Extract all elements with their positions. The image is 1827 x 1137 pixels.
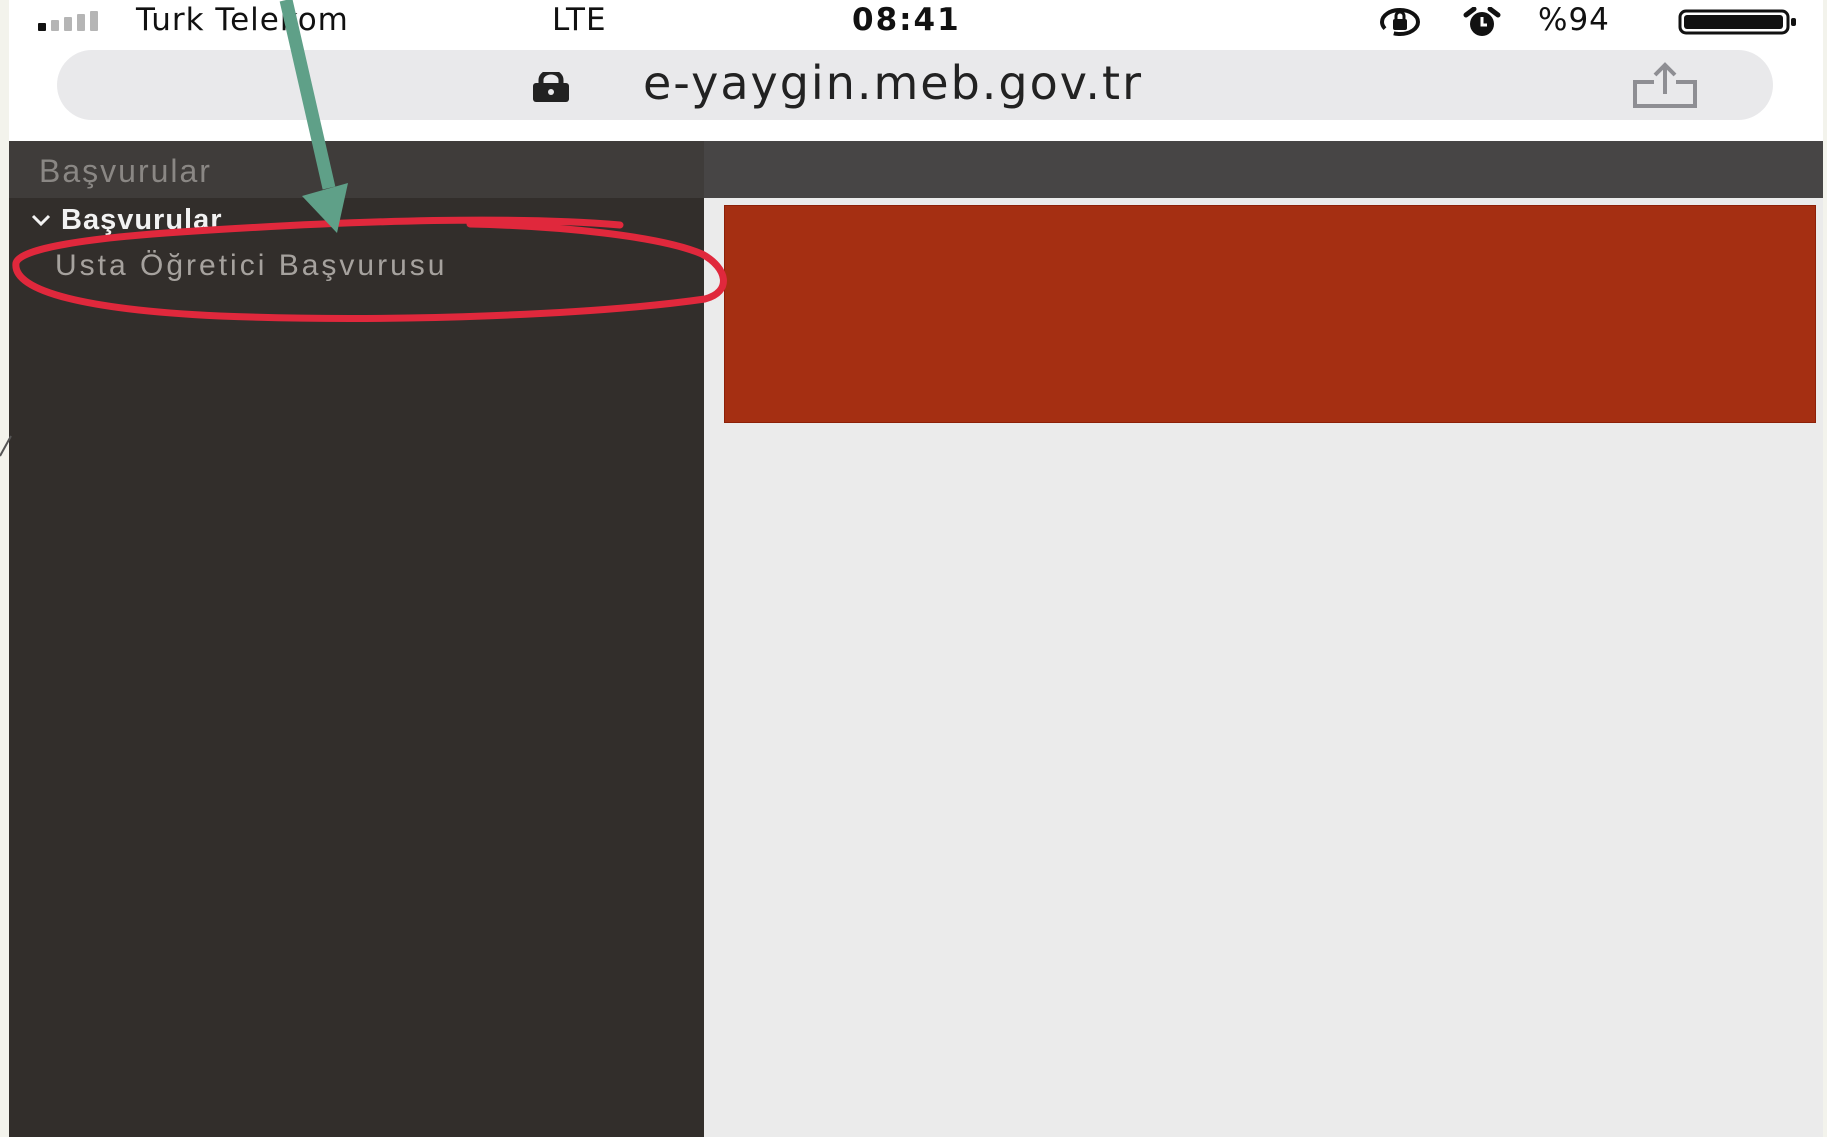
- orientation-lock-icon: [1380, 8, 1420, 36]
- alarm-icon: [1463, 7, 1501, 36]
- chevron-down-icon: [31, 214, 51, 227]
- url-text[interactable]: e-yaygin.meb.gov.tr: [643, 56, 1143, 110]
- browser-toolbar: e-yaygin.meb.gov.tr: [9, 44, 1823, 141]
- carrier-name: Turk Telekom: [136, 2, 349, 38]
- share-icon[interactable]: [1627, 62, 1703, 108]
- status-time: 08:41: [852, 2, 961, 38]
- menu-item-usta-ogretici-basvurusu[interactable]: Usta Öğretici Başvurusu: [49, 244, 453, 288]
- battery-percent: %94: [1538, 2, 1610, 38]
- sidebar-header: Başvurular: [9, 141, 704, 198]
- red-banner: [724, 205, 1816, 423]
- network-type: LTE: [552, 2, 607, 38]
- sidebar: Başvurular Usta Öğretici Başvurusu: [9, 198, 704, 1137]
- web-page: Başvurular Başvurular Usta Öğretici Başv…: [9, 141, 1823, 1137]
- lock-icon: [533, 72, 569, 102]
- battery-icon: [1678, 9, 1796, 35]
- status-bar: Turk Telekom LTE 08:41 %94: [9, 0, 1823, 44]
- url-bar[interactable]: e-yaygin.meb.gov.tr: [57, 50, 1773, 120]
- menu-group-label: Başvurular: [61, 204, 223, 236]
- phone-screen: Turk Telekom LTE 08:41 %94 e-yaygin.meb.…: [9, 0, 1823, 1137]
- sidebar-title: Başvurular: [39, 153, 212, 189]
- content-area: [704, 198, 1823, 1137]
